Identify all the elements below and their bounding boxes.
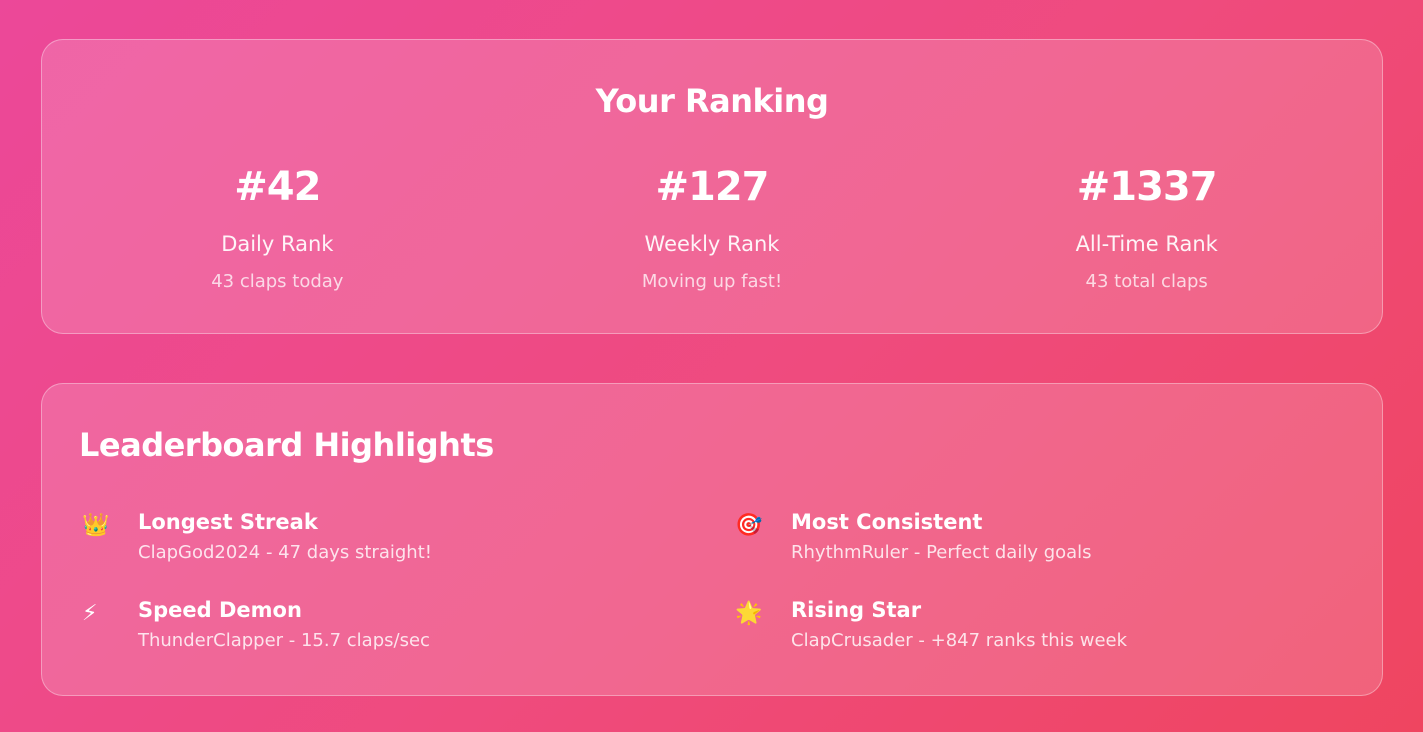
highlight-name: Speed Demon [138,598,302,622]
highlight-longest-streak: 👑 Longest Streak ClapGod2024 - 47 days s… [82,508,735,565]
highlight-description: ClapCrusader - +847 ranks this week [791,630,1128,651]
leaderboard-highlights-card: Leaderboard Highlights 👑 Longest Streak … [41,383,1383,696]
ranking-title: Your Ranking [595,82,829,120]
rank-list: #42 Daily Rank 43 claps today #127 Weekl… [60,160,1364,294]
highlight-name: Longest Streak [138,510,318,534]
highlight-name: Most Consistent [791,510,983,534]
rank-label: Weekly Rank [644,232,780,256]
rank-subtext: Moving up fast! [641,271,783,292]
highlight-text: Most Consistent RhythmRuler - Perfect da… [791,508,1092,565]
highlight-text: Longest Streak ClapGod2024 - 47 days str… [138,508,432,565]
rank-value: #127 [655,164,770,210]
star-icon: 🌟 [735,601,763,626]
rank-subtext: 43 total claps [1085,271,1208,292]
highlight-text: Rising Star ClapCrusader - +847 ranks th… [791,596,1127,653]
highlight-most-consistent: 🎯 Most Consistent RhythmRuler - Perfect … [735,508,1342,565]
crown-icon: 👑 [82,513,110,538]
target-icon: 🎯 [735,513,763,538]
highlight-description: ClapGod2024 - 47 days straight! [138,542,432,563]
rank-weekly: #127 Weekly Rank Moving up fast! [495,160,930,294]
rank-subtext: 43 claps today [211,271,344,292]
highlight-name: Rising Star [791,598,922,622]
rank-value: #1337 [1076,164,1218,210]
highlights-list: 👑 Longest Streak ClapGod2024 - 47 days s… [82,508,1342,653]
rank-daily: #42 Daily Rank 43 claps today [60,160,495,294]
rank-label: Daily Rank [221,232,334,256]
highlights-title: Leaderboard Highlights [79,426,494,464]
highlight-description: RhythmRuler - Perfect daily goals [791,542,1092,563]
highlight-text: Speed Demon ThunderClapper - 15.7 claps/… [138,596,430,653]
lightning-icon: ⚡ [82,601,98,626]
rank-label: All-Time Rank [1075,232,1218,256]
highlight-speed-demon: ⚡ Speed Demon ThunderClapper - 15.7 clap… [82,596,735,653]
rank-all-time: #1337 All-Time Rank 43 total claps [929,160,1364,294]
rank-value: #42 [234,164,321,210]
highlight-rising-star: 🌟 Rising Star ClapCrusader - +847 ranks … [735,596,1342,653]
ranking-card: Your Ranking #42 Daily Rank 43 claps tod… [41,39,1383,334]
highlight-description: ThunderClapper - 15.7 claps/sec [138,630,430,651]
